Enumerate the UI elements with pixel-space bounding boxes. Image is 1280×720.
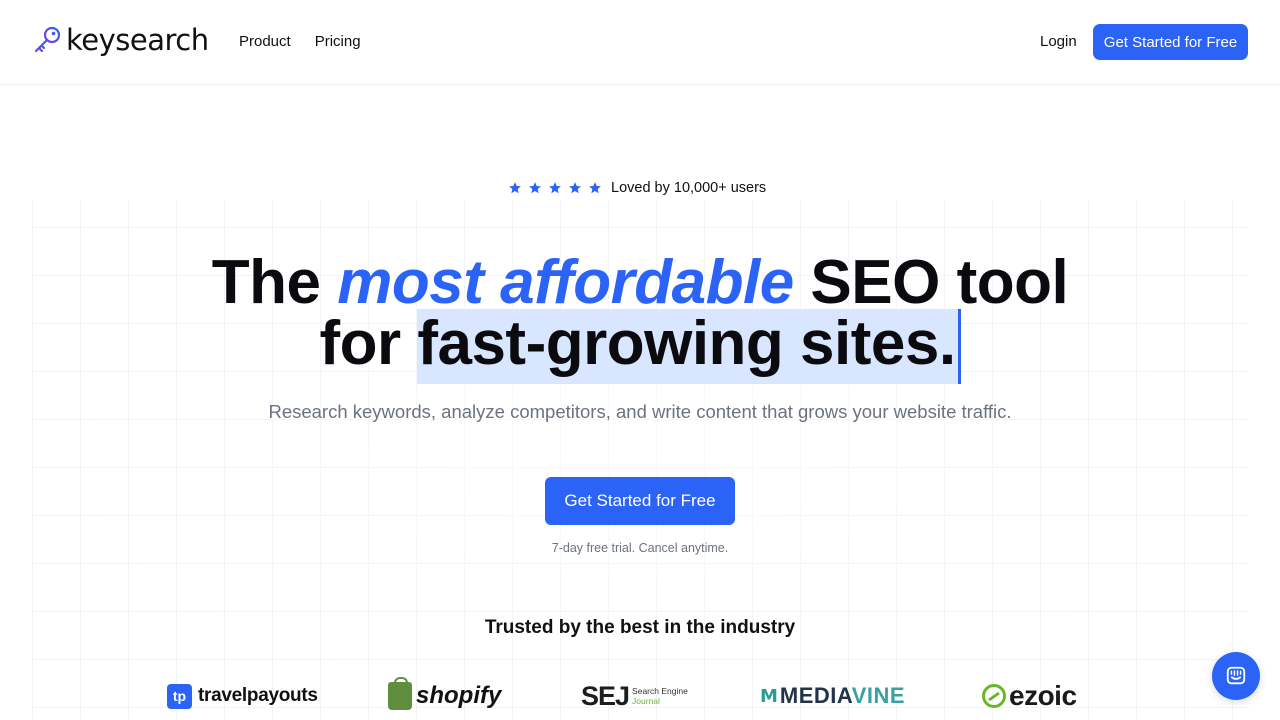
star-icon xyxy=(549,182,561,194)
headline-part-2: SEO tool xyxy=(793,248,1069,317)
headline-part-1: The xyxy=(211,248,338,317)
hero-cta-button[interactable]: Get Started for Free xyxy=(545,477,735,525)
trusted-title: Trusted by the best in the industry xyxy=(484,617,796,638)
login-link[interactable]: Login xyxy=(1040,32,1077,52)
key-icon xyxy=(34,26,61,53)
rating-text: Loved by 10,000+ users xyxy=(611,180,767,196)
shopify-bag-icon xyxy=(388,677,412,710)
headline-selected-text: fast-growing sites. xyxy=(417,309,961,384)
star-icon xyxy=(509,182,521,194)
site-header: keysearch Product Pricing Login Get Star… xyxy=(0,0,1280,85)
hero-headline: The most affordable SEO tool for fast-gr… xyxy=(0,252,1280,384)
headline-line2-prefix: for xyxy=(319,309,418,378)
sej-text: SEJ xyxy=(581,680,630,711)
mediavine-logo: Ⅿ MEDIAVINE xyxy=(760,678,905,714)
shopify-logo: shopify xyxy=(388,677,502,714)
star-icon xyxy=(569,182,581,194)
chat-button[interactable] xyxy=(1212,652,1260,700)
ezoic-text: ezoic xyxy=(1009,680,1077,711)
star-icon xyxy=(589,182,601,194)
logo[interactable]: keysearch xyxy=(32,22,209,58)
mediavine-text-1: MEDIA xyxy=(779,683,852,708)
sej-subtitle: Search Engine Journal xyxy=(632,686,688,706)
headline-line-1: The most affordable SEO tool xyxy=(0,252,1280,314)
mediavine-text-2: VINE xyxy=(851,683,906,708)
nav-pricing[interactable]: Pricing xyxy=(315,32,361,52)
rating: Loved by 10,000+ users xyxy=(508,180,766,196)
headline-accent: most affordable xyxy=(337,248,794,317)
hero-subtitle: Research keywords, analyze competitors, … xyxy=(268,401,1012,422)
travelpayouts-mark: tp xyxy=(167,683,192,709)
ezoic-logo: ezoic xyxy=(982,678,1077,714)
headline-line-2: for fast-growing sites. xyxy=(0,309,1280,384)
nav-product[interactable]: Product xyxy=(239,32,291,52)
sej-small-1: Search Engine xyxy=(632,686,688,696)
brand-logos: tp travelpayouts shopify SEJ Search Engi… xyxy=(0,677,1280,714)
trial-note: 7-day free trial. Cancel anytime. xyxy=(551,541,729,555)
mediavine-mark-icon: Ⅿ xyxy=(760,685,778,706)
travelpayouts-text: travelpayouts xyxy=(198,685,318,706)
sej-logo: SEJ Search Engine Journal xyxy=(581,678,688,714)
chat-icon xyxy=(1226,666,1246,685)
ezoic-ring-icon xyxy=(982,684,1006,708)
shopify-text: shopify xyxy=(416,682,502,709)
logo-text: keysearch xyxy=(66,22,209,57)
header-cta-button[interactable]: Get Started for Free xyxy=(1093,24,1248,60)
mediavine-text: MEDIAVINE xyxy=(780,683,905,709)
star-icon xyxy=(529,182,541,194)
sej-small-2: Journal xyxy=(632,696,660,706)
travelpayouts-logo: tp travelpayouts xyxy=(167,678,318,714)
main-nav: Product Pricing xyxy=(239,32,361,52)
